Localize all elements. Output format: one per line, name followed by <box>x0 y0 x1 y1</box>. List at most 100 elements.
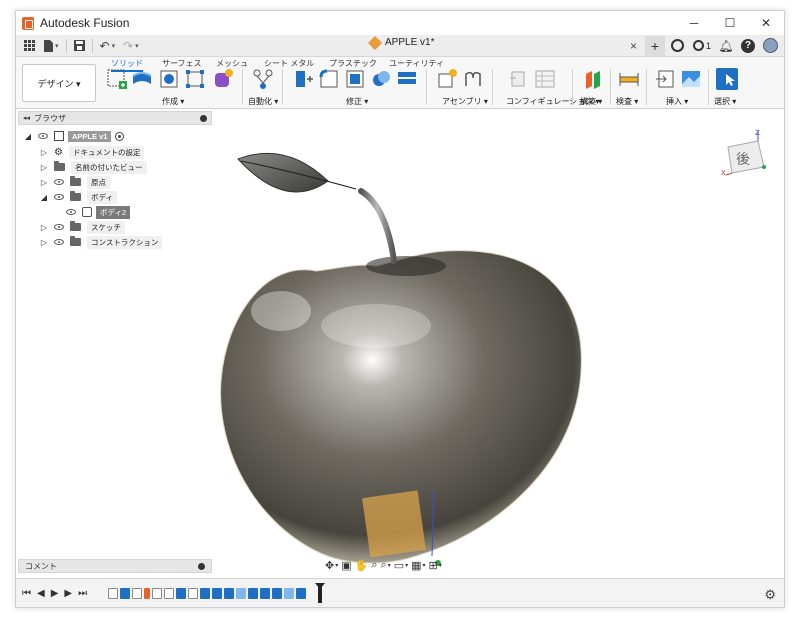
press-pull-icon[interactable] <box>292 68 314 90</box>
play-button[interactable]: ▶ <box>51 588 59 599</box>
close-window-button[interactable]: ✕ <box>748 11 784 35</box>
go-to-end-button[interactable]: ⏭ <box>78 588 87 599</box>
expand-triangle-icon[interactable]: ▷ <box>40 238 48 247</box>
revolve-icon[interactable] <box>158 68 180 90</box>
extensions-button[interactable] <box>667 35 689 57</box>
viewports-button[interactable]: ⊞ ▾ <box>429 559 442 572</box>
timeline-settings-gear-icon[interactable]: ⚙ <box>764 587 776 603</box>
shell-icon[interactable] <box>396 68 418 90</box>
tree-item-sketches[interactable]: ▷ スケッチ <box>40 220 125 234</box>
configuration-table-icon[interactable] <box>534 68 556 90</box>
timeline-loft-item[interactable] <box>200 588 210 599</box>
measure-icon[interactable] <box>618 68 640 90</box>
tree-item-named-views[interactable]: ▷ 名前の付いたビュー <box>40 160 147 174</box>
tree-item-construction[interactable]: ▷ コンストラクション <box>40 235 163 249</box>
timeline-press-pull-item[interactable] <box>212 588 222 599</box>
maximize-button[interactable]: ☐ <box>712 11 748 35</box>
tree-item-origin[interactable]: ▷ 原点 <box>40 175 110 189</box>
apple-leaf[interactable] <box>237 152 329 193</box>
undo-button[interactable]: ↶ ▾ <box>96 37 120 55</box>
collapse-icon[interactable]: ◂◂ <box>23 114 30 122</box>
tree-root[interactable]: ◢ APPLE v1 <box>24 129 125 143</box>
minimize-button[interactable]: ─ <box>676 11 712 35</box>
visibility-eye-icon[interactable] <box>54 239 64 245</box>
modify-group-label[interactable]: 修正 ▾ <box>346 96 368 107</box>
timeline-sketch-item[interactable] <box>108 588 118 599</box>
timeline-sketch-item[interactable] <box>164 588 174 599</box>
zoom-button[interactable]: ⌕ <box>371 559 377 572</box>
timeline-fillet-item[interactable] <box>224 588 234 599</box>
comments-pin-icon[interactable] <box>198 562 205 570</box>
comments-panel[interactable]: コメント <box>18 559 212 573</box>
viewport-canvas[interactable] <box>16 111 784 578</box>
combine-icon[interactable] <box>370 68 392 90</box>
notifications-button[interactable]: 🔔︎ <box>715 35 737 57</box>
expand-triangle-icon[interactable]: ◢ <box>40 193 48 202</box>
visibility-eye-icon[interactable] <box>66 209 76 215</box>
select-group-label[interactable]: 選択 ▾ <box>714 96 736 107</box>
visibility-eye-icon[interactable] <box>54 194 64 200</box>
automate-icon[interactable] <box>252 68 274 90</box>
form-icon[interactable] <box>212 68 234 90</box>
workspace-switcher[interactable]: デザイン ▾ <box>22 64 96 102</box>
chamfer-icon[interactable] <box>344 68 366 90</box>
expand-triangle-icon[interactable]: ▷ <box>40 148 48 157</box>
offset-plane-icon[interactable] <box>582 68 604 90</box>
timeline-feature-item[interactable] <box>272 588 282 599</box>
tree-item-body2[interactable]: ボディ2 <box>66 205 131 219</box>
step-back-button[interactable]: ◀ <box>37 588 45 599</box>
tree-item-bodies[interactable]: ◢ ボディ <box>40 190 117 204</box>
create-sketch-icon[interactable] <box>106 68 128 90</box>
joint-icon[interactable] <box>462 68 484 90</box>
close-document-tab-button[interactable]: × <box>630 39 637 53</box>
expand-triangle-icon[interactable]: ▷ <box>40 178 48 187</box>
timeline-sketch-item[interactable] <box>188 588 198 599</box>
orbit-button[interactable]: ✥ ▾ <box>325 559 338 572</box>
inspect-group-label[interactable]: 検査 ▾ <box>616 96 638 107</box>
save-button[interactable] <box>70 37 89 55</box>
timeline-plane-item[interactable] <box>144 588 150 599</box>
help-button[interactable]: ? <box>737 35 759 57</box>
visibility-eye-icon[interactable] <box>38 133 48 139</box>
construct-group-label[interactable]: 構築 ▾ <box>580 96 602 107</box>
fillet-icon[interactable] <box>318 68 340 90</box>
tree-item-document-settings[interactable]: ▷ ⚙ ドキュメントの設定 <box>40 145 145 159</box>
look-at-button[interactable]: ▣ <box>341 559 351 572</box>
apple-body[interactable] <box>220 250 582 566</box>
insert-image-icon[interactable] <box>680 68 702 90</box>
new-component-icon[interactable] <box>436 68 458 90</box>
fit-button[interactable]: ⌕ ▾ <box>381 559 391 572</box>
rectangle-icon[interactable] <box>184 68 206 90</box>
visibility-eye-icon[interactable] <box>54 224 64 230</box>
automate-group-label[interactable]: 自動化 ▾ <box>248 96 278 107</box>
activate-target-icon[interactable] <box>115 131 125 141</box>
go-to-start-button[interactable]: ⏮ <box>22 588 31 599</box>
pan-button[interactable]: ✋ <box>355 559 369 572</box>
timeline-marker[interactable] <box>315 583 325 603</box>
timeline-feature-item[interactable] <box>260 588 270 599</box>
select-icon[interactable] <box>716 68 738 90</box>
new-tab-button[interactable]: + <box>644 35 665 56</box>
expand-triangle-icon[interactable]: ◢ <box>24 132 32 141</box>
document-tab[interactable]: APPLE v1* <box>367 35 434 50</box>
grid-snaps-button[interactable]: ▦ ▾ <box>411 559 425 572</box>
timeline-extrude-item[interactable] <box>120 588 130 599</box>
timeline-sketch-item[interactable] <box>132 588 142 599</box>
avatar[interactable] <box>763 38 778 53</box>
redo-button[interactable]: ↷ ▾ <box>119 37 143 55</box>
apple-stem[interactable] <box>358 188 397 264</box>
assemble-group-label[interactable]: アセンブリ ▾ <box>442 96 488 107</box>
visibility-eye-icon[interactable] <box>54 179 64 185</box>
job-status-button[interactable]: 1 <box>689 40 715 51</box>
file-menu-button[interactable]: ▾ <box>39 37 63 55</box>
extrude-icon[interactable] <box>131 68 153 90</box>
timeline-sketch-item[interactable] <box>152 588 162 599</box>
create-group-label[interactable]: 作成 ▾ <box>162 96 184 107</box>
viewcube[interactable]: 後 Z X <box>720 129 772 181</box>
step-forward-button[interactable]: ▶ <box>64 588 72 599</box>
expand-triangle-icon[interactable]: ▷ <box>40 223 48 232</box>
insert-derive-icon[interactable] <box>654 68 676 90</box>
expand-triangle-icon[interactable]: ▷ <box>40 163 48 172</box>
apps-grid-button[interactable] <box>20 37 39 55</box>
insert-group-label[interactable]: 挿入 ▾ <box>666 96 688 107</box>
